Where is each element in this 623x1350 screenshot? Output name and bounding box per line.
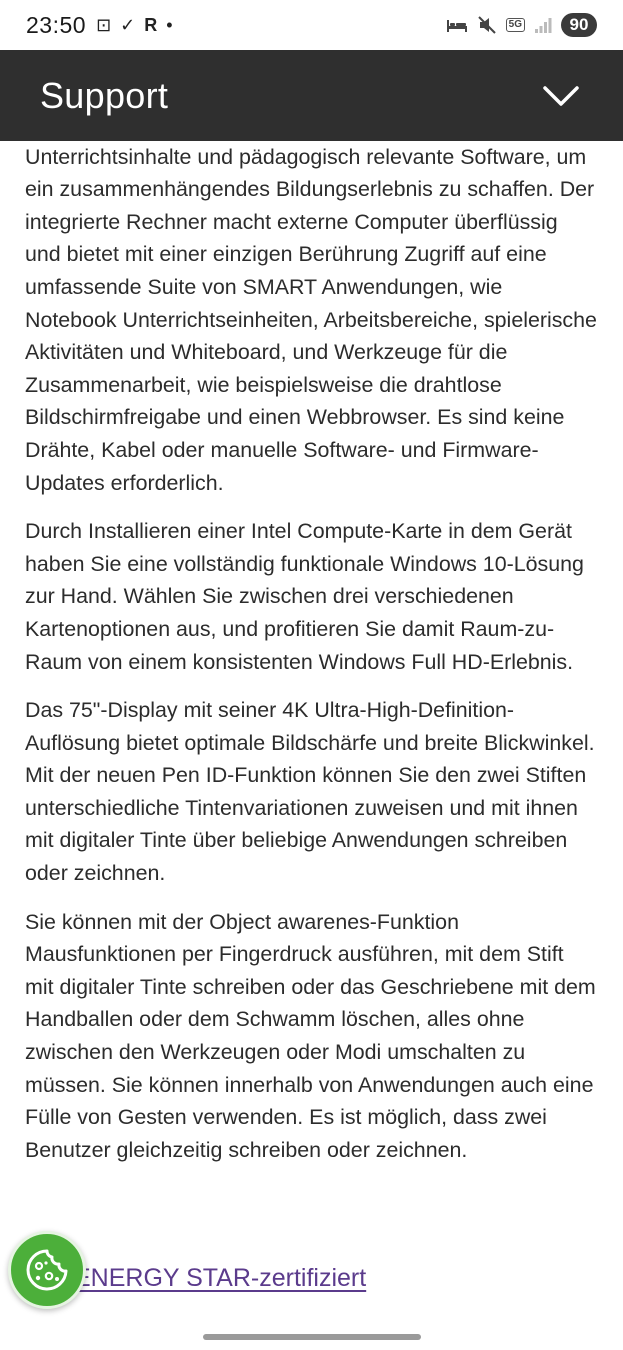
system-icons: 5G 90 <box>446 13 597 37</box>
status-time: 23:50 <box>26 11 87 38</box>
more-notifications-dot-icon: • <box>166 14 173 35</box>
screen: 23:50 ⊡ ✓ R • 5G 90 Unterrichtsinhalte u… <box>0 0 623 1350</box>
r-app-icon: R <box>144 14 158 35</box>
cookie-settings-button[interactable] <box>8 1231 86 1309</box>
article-paragraph: Klassenraums. Die iQ-Technologie verbind… <box>25 112 597 495</box>
chevron-down-icon <box>543 85 579 106</box>
network-5g-icon: 5G <box>505 18 525 32</box>
energy-star-link[interactable]: ENERGY STAR-zertifiziert <box>74 1264 366 1293</box>
home-indicator[interactable] <box>203 1334 421 1340</box>
article-paragraph: Durch Installieren einer Intel Compute-K… <box>25 519 584 674</box>
screenshot-icon: ⊡ <box>96 14 112 35</box>
bed-icon <box>446 20 467 32</box>
article-paragraph: Das 75"-Display mit seiner 4K Ultra-High… <box>25 698 595 886</box>
cookie-icon <box>26 1249 68 1291</box>
support-header[interactable]: Support <box>0 50 623 141</box>
article-paragraph: Sie können mit der Object awarenes-Funkt… <box>25 909 596 1162</box>
battery-indicator: 90 <box>561 13 597 37</box>
mute-icon <box>477 16 496 34</box>
expand-toggle-button[interactable] <box>539 74 583 118</box>
notification-icons: ⊡ ✓ R • <box>96 15 173 36</box>
status-bar: 23:50 ⊡ ✓ R • 5G 90 <box>0 0 623 50</box>
article-body: Klassenraums. Die iQ-Technologie verbind… <box>0 108 623 1182</box>
signal-icon <box>535 18 552 33</box>
download-done-icon: ✓ <box>120 14 136 35</box>
support-title: Support <box>40 74 169 116</box>
